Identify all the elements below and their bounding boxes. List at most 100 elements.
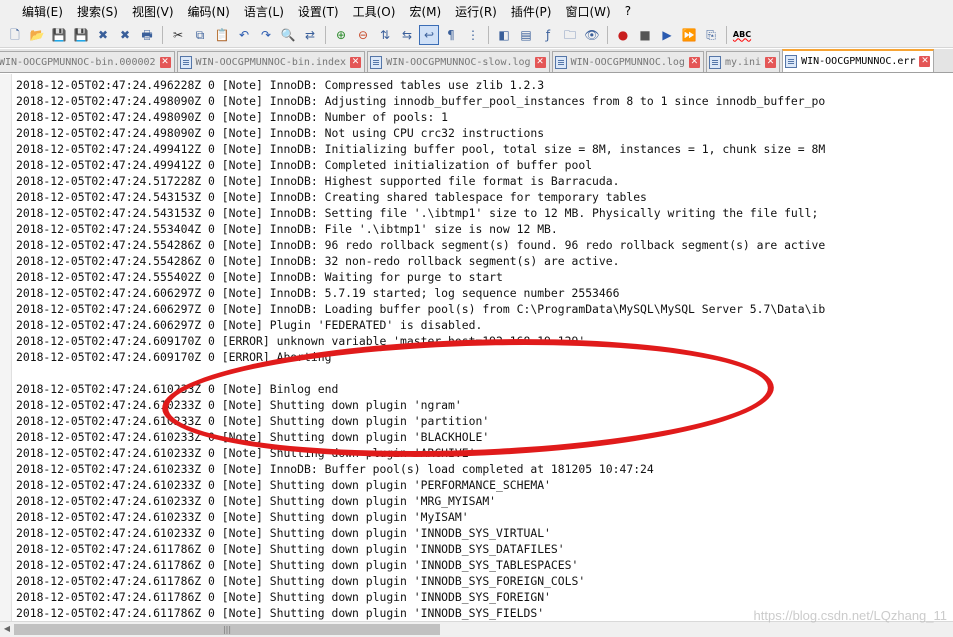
log-line: 2018-12-05T02:47:24.610233Z 0 [Note] Shu… bbox=[16, 414, 490, 428]
menu-item[interactable]: ? bbox=[618, 4, 638, 18]
function-list-icon[interactable]: ƒ bbox=[538, 25, 558, 45]
close-icon[interactable]: ✖ bbox=[93, 25, 113, 45]
toolbar-separator bbox=[607, 25, 608, 44]
log-line: 2018-12-05T02:47:24.553404Z 0 [Note] Inn… bbox=[16, 222, 558, 236]
log-line: 2018-12-05T02:47:24.611786Z 0 [Note] Shu… bbox=[16, 542, 565, 556]
run-macro-multiple-icon[interactable]: ⏩ bbox=[679, 25, 699, 45]
cut-icon[interactable]: ✂ bbox=[168, 25, 188, 45]
tab-label: WIN-OOCGPMUNNOC-bin.index bbox=[195, 56, 347, 68]
log-line: 2018-12-05T02:47:24.496228Z 0 [Note] Inn… bbox=[16, 78, 545, 92]
udl-icon[interactable]: ◧ bbox=[494, 25, 514, 45]
log-line: 2018-12-05T02:47:24.543153Z 0 [Note] Inn… bbox=[16, 206, 819, 220]
stop-record-icon[interactable]: ■ bbox=[635, 25, 655, 45]
file-tab[interactable]: WIN-OOCGPMUNNOC-bin.index ✕ bbox=[176, 51, 366, 72]
monitoring-icon[interactable]: 👁 bbox=[582, 25, 602, 45]
menu-item[interactable]: 搜索(S) bbox=[70, 3, 125, 20]
close-all-icon[interactable]: ✖ bbox=[115, 25, 135, 45]
file-tab[interactable]: WIN-OOCGPMUNNOC-bin.000002 ✕ bbox=[0, 51, 175, 72]
log-line: 2018-12-05T02:47:24.499412Z 0 [Note] Inn… bbox=[16, 158, 593, 172]
log-line: 2018-12-05T02:47:24.606297Z 0 [Note] Inn… bbox=[16, 302, 826, 316]
log-line: 2018-12-05T02:47:24.609170Z 0 [ERROR] Ab… bbox=[16, 350, 332, 364]
file-tab[interactable]: WIN-OOCGPMUNNOC-slow.log ✕ bbox=[367, 51, 550, 72]
close-tab-icon[interactable]: ✕ bbox=[688, 56, 700, 68]
tab-label: WIN-OOCGPMUNNOC-slow.log bbox=[386, 56, 531, 68]
save-icon[interactable]: 💾 bbox=[49, 25, 69, 45]
tab-label: WIN-OOCGPMUNNOC.log bbox=[570, 56, 685, 68]
menu-item[interactable]: 窗口(W) bbox=[558, 3, 617, 20]
paste-icon[interactable]: 📋 bbox=[212, 25, 232, 45]
log-line: 2018-12-05T02:47:24.555402Z 0 [Note] Inn… bbox=[16, 270, 503, 284]
scrollbar-thumb[interactable]: ||| bbox=[14, 624, 440, 635]
menu-item[interactable]: 宏(M) bbox=[402, 3, 448, 20]
menu-bar: 编辑(E) 搜索(S) 视图(V) 编码(N) 语言(L) 设置(T) 工具(O) 宏(M) 运… bbox=[0, 0, 953, 22]
file-tab[interactable]: my.ini ✕ bbox=[705, 51, 781, 72]
sync-h-icon[interactable]: ⇆ bbox=[397, 25, 417, 45]
menu-item[interactable]: 设置(T) bbox=[291, 3, 346, 20]
doc-map-icon[interactable]: ▤ bbox=[516, 25, 536, 45]
log-line: 2018-12-05T02:47:24.554286Z 0 [Note] Inn… bbox=[16, 238, 826, 252]
tab-label: WIN-OOCGPMUNNOC-bin.000002 bbox=[0, 56, 156, 68]
log-line: 2018-12-05T02:47:24.610233Z 0 [Note] Shu… bbox=[16, 494, 497, 508]
menu-item[interactable]: 运行(R) bbox=[448, 3, 504, 20]
log-line: 2018-12-05T02:47:24.498090Z 0 [Note] Inn… bbox=[16, 94, 826, 108]
copy-icon[interactable]: ⧉ bbox=[190, 25, 210, 45]
close-tab-icon[interactable]: ✕ bbox=[350, 56, 362, 68]
menu-item[interactable]: 工具(O) bbox=[346, 3, 403, 20]
scroll-left-arrow-icon[interactable]: ◀ bbox=[2, 624, 12, 635]
folder-workspace-icon[interactable]: 🗀 bbox=[560, 25, 580, 45]
log-line: 2018-12-05T02:47:24.609170Z 0 [ERROR] un… bbox=[16, 334, 586, 348]
log-line: 2018-12-05T02:47:24.610233Z 0 [Note] Shu… bbox=[16, 446, 476, 460]
horizontal-scrollbar[interactable]: ◀ ||| bbox=[0, 621, 953, 637]
tab-bar: WIN-OOCGPMUNNOC-bin.000002 ✕ WIN-OOCGPMUNN… bbox=[0, 49, 953, 73]
redo-icon[interactable]: ↷ bbox=[256, 25, 276, 45]
log-line: 2018-12-05T02:47:24.610233Z 0 [Note] Bin… bbox=[16, 382, 339, 396]
menu-item[interactable]: 语言(L) bbox=[237, 3, 291, 20]
log-line: 2018-12-05T02:47:24.610233Z 0 [Note] Shu… bbox=[16, 510, 469, 524]
spell-check-icon[interactable]: ABC bbox=[732, 25, 752, 45]
editor-text[interactable]: 2018-12-05T02:47:24.496228Z 0 [Note] Inn… bbox=[16, 77, 953, 621]
tab-label: my.ini bbox=[724, 56, 762, 68]
new-file-icon[interactable]: 🗋 bbox=[5, 25, 25, 45]
close-tab-icon[interactable]: ✕ bbox=[765, 56, 777, 68]
print-icon[interactable]: 🖶 bbox=[137, 25, 157, 45]
log-line: 2018-12-05T02:47:24.606297Z 0 [Note] Inn… bbox=[16, 286, 620, 300]
menu-item[interactable]: 视图(V) bbox=[125, 3, 181, 20]
close-tab-icon[interactable]: ✕ bbox=[919, 56, 931, 67]
spell-check-label: ABC bbox=[732, 29, 752, 39]
undo-icon[interactable]: ↶ bbox=[234, 25, 254, 45]
replace-icon[interactable]: ⇄ bbox=[300, 25, 320, 45]
log-line: 2018-12-05T02:47:24.543153Z 0 [Note] Inn… bbox=[16, 190, 647, 204]
zoom-in-icon[interactable]: ⊕ bbox=[331, 25, 351, 45]
sync-v-icon[interactable]: ⇅ bbox=[375, 25, 395, 45]
record-macro-icon[interactable]: ● bbox=[613, 25, 633, 45]
save-all-icon[interactable]: 💾 bbox=[71, 25, 91, 45]
save-macro-icon[interactable]: ⎘ bbox=[701, 25, 721, 45]
play-macro-icon[interactable]: ▶ bbox=[657, 25, 677, 45]
menu-item[interactable]: 编码(N) bbox=[181, 3, 237, 20]
log-line: 2018-12-05T02:47:24.611786Z 0 [Note] Shu… bbox=[16, 558, 579, 572]
find-icon[interactable]: 🔍 bbox=[278, 25, 298, 45]
toolbar-separator bbox=[162, 25, 163, 44]
editor-area[interactable]: 2018-12-05T02:47:24.496228Z 0 [Note] Inn… bbox=[0, 74, 953, 621]
log-line: 2018-12-05T02:47:24.498090Z 0 [Note] Inn… bbox=[16, 126, 545, 140]
file-icon bbox=[785, 55, 798, 68]
open-file-icon[interactable]: 📂 bbox=[27, 25, 47, 45]
toolbar-separator bbox=[488, 25, 489, 44]
log-line: 2018-12-05T02:47:24.610233Z 0 [Note] Inn… bbox=[16, 462, 654, 476]
file-tab[interactable]: WIN-OOCGPMUNNOC.err ✕ bbox=[782, 49, 935, 72]
toolbar: 🗋 📂 💾 💾 ✖ ✖ 🖶 ✂ ⧉ 📋 ↶ ↷ 🔍 ⇄ ⊕ ⊖ ⇅ ⇆ ↩ ¶ ⋮ ◧ ▤ ƒ 🗀 👁 ● ■ ▶ ⏩ ⎘ ABC bbox=[0, 22, 953, 48]
editor-gutter bbox=[0, 74, 12, 621]
close-tab-icon[interactable]: ✕ bbox=[534, 56, 546, 68]
close-tab-icon[interactable]: ✕ bbox=[159, 56, 171, 68]
menu-item[interactable]: 插件(P) bbox=[504, 3, 559, 20]
zoom-out-icon[interactable]: ⊖ bbox=[353, 25, 373, 45]
watermark: https://blog.csdn.net/LQzhang_11 bbox=[753, 608, 947, 623]
indent-guide-icon[interactable]: ⋮ bbox=[463, 25, 483, 45]
show-all-chars-icon[interactable]: ¶ bbox=[441, 25, 461, 45]
file-tab[interactable]: WIN-OOCGPMUNNOC.log ✕ bbox=[551, 51, 704, 72]
word-wrap-icon[interactable]: ↩ bbox=[419, 24, 439, 45]
scrollbar-grip: ||| bbox=[222, 625, 232, 634]
log-line: 2018-12-05T02:47:24.610233Z 0 [Note] Shu… bbox=[16, 478, 551, 492]
file-icon bbox=[708, 55, 721, 69]
menu-item[interactable]: 编辑(E) bbox=[0, 3, 70, 20]
